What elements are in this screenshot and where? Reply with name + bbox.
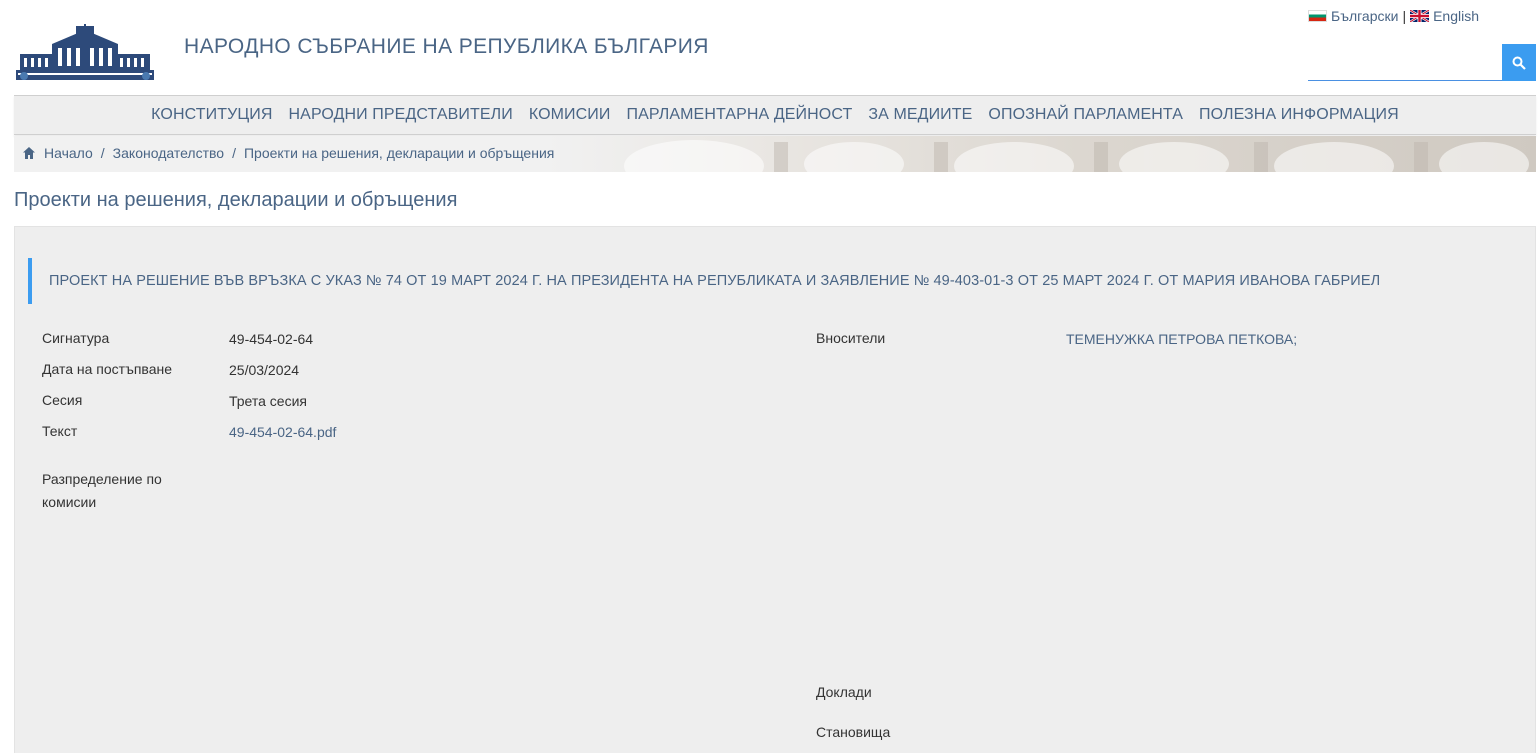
signature-value: 49-454-02-64 bbox=[229, 331, 314, 347]
nav-item-constitution[interactable]: КОНСТИТУЦИЯ bbox=[151, 106, 272, 124]
date-label: Дата на постъпване bbox=[42, 361, 172, 377]
nav-item-useful-info[interactable]: ПОЛЕЗНА ИНФОРМАЦИЯ bbox=[1199, 106, 1399, 124]
uk-flag-icon bbox=[1410, 10, 1430, 22]
search-input[interactable] bbox=[1308, 44, 1502, 81]
signature-label: Сигнатура bbox=[42, 330, 110, 346]
site-title[interactable]: НАРОДНО СЪБРАНИЕ НА РЕПУБЛИКА БЪЛГАРИЯ bbox=[184, 35, 709, 59]
lang-english-link[interactable]: English bbox=[1433, 8, 1479, 24]
session-label: Сесия bbox=[42, 392, 83, 408]
breadcrumb-separator: / bbox=[100, 145, 105, 161]
distribution-label-line-1: Разпределение по bbox=[42, 471, 162, 487]
breadcrumb-separator: / bbox=[232, 145, 236, 161]
language-switcher: Български | English bbox=[1308, 8, 1479, 24]
lang-separator: | bbox=[1402, 8, 1407, 24]
page-title: Проекти на решения, декларации и обръщен… bbox=[14, 189, 458, 211]
reports-label: Доклади bbox=[816, 684, 872, 700]
bill-details-panel: ПРОЕКТ НА РЕШЕНИЕ ВЪВ ВРЪЗКА С УКАЗ № 74… bbox=[14, 226, 1536, 753]
nav-item-parliamentary-activity[interactable]: ПАРЛАМЕНТАРНА ДЕЙНОСТ bbox=[627, 106, 853, 124]
breadcrumb-legislation[interactable]: Законодателство bbox=[113, 145, 224, 161]
sponsor-link[interactable]: ТЕМЕНУЖКА ПЕТРОВА ПЕТКОВА; bbox=[1066, 331, 1297, 347]
bill-title: ПРОЕКТ НА РЕШЕНИЕ ВЪВ ВРЪЗКА С УКАЗ № 74… bbox=[28, 258, 1508, 304]
breadcrumb-home[interactable]: Начало bbox=[44, 145, 93, 161]
nav-item-representatives[interactable]: НАРОДНИ ПРЕДСТАВИТЕЛИ bbox=[289, 106, 513, 124]
main-nav: КОНСТИТУЦИЯ НАРОДНИ ПРЕДСТАВИТЕЛИ КОМИСИ… bbox=[14, 95, 1536, 135]
text-label: Текст bbox=[42, 423, 78, 439]
date-value: 25/03/2024 bbox=[229, 362, 300, 378]
search-icon bbox=[1512, 56, 1526, 70]
site-header: НАРОДНО СЪБРАНИЕ НА РЕПУБЛИКА БЪЛГАРИЯ Б… bbox=[0, 0, 1539, 96]
breadcrumb-current[interactable]: Проекти на решения, декларации и обръщен… bbox=[244, 145, 554, 161]
home-icon bbox=[23, 147, 35, 159]
breadcrumb: Начало / Законодателство / Проекти на ре… bbox=[14, 136, 1536, 172]
search-button[interactable] bbox=[1502, 44, 1536, 81]
nav-item-explore-parliament[interactable]: ОПОЗНАЙ ПАРЛАМЕНТА bbox=[988, 106, 1183, 124]
parliament-building-logo[interactable] bbox=[14, 24, 156, 82]
distribution-label: Разпределение по комисии bbox=[42, 468, 162, 514]
text-pdf-link[interactable]: 49-454-02-64.pdf bbox=[229, 424, 336, 440]
search-box bbox=[1308, 44, 1536, 81]
breadcrumb-trail: Начало / Законодателство / Проекти на ре… bbox=[22, 145, 554, 161]
sponsors-label: Вносители bbox=[816, 330, 886, 346]
opinions-label: Становища bbox=[816, 724, 891, 740]
distribution-label-line-2: комисии bbox=[42, 494, 97, 510]
nav-item-committees[interactable]: КОМИСИИ bbox=[529, 106, 611, 124]
nav-item-media[interactable]: ЗА МЕДИИТЕ bbox=[868, 106, 972, 124]
lang-bulgarian-link[interactable]: Български bbox=[1331, 8, 1398, 24]
bulgaria-flag-icon bbox=[1308, 10, 1327, 22]
session-value: Трета сесия bbox=[229, 393, 307, 409]
